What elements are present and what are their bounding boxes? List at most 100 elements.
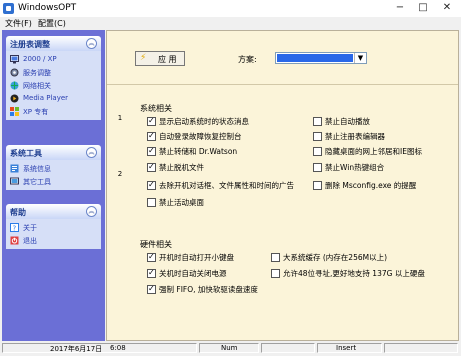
sidebar-item-media-player[interactable]: Media Player xyxy=(6,92,101,105)
lightning-icon: ⚡ xyxy=(140,53,147,63)
chevron-down-icon[interactable]: ▼ xyxy=(354,53,366,63)
status-bar: 2017年6月17日 6:08 Num Insert xyxy=(0,342,461,356)
sidebar-item-services[interactable]: 服务调整 xyxy=(6,66,101,79)
exit-icon xyxy=(10,236,19,245)
media-icon xyxy=(10,94,19,103)
info-icon xyxy=(10,164,19,173)
monitor-icon xyxy=(10,55,19,64)
sidebar-item-label: 其它工具 xyxy=(23,178,51,186)
checkbox-box[interactable] xyxy=(147,252,156,262)
title-bar: WindowsOPT − □ ✕ xyxy=(0,0,461,17)
checkbox-box[interactable] xyxy=(313,117,322,126)
panel-title: 系统工具 xyxy=(10,149,42,158)
system-section-title: 系统相关 xyxy=(140,104,172,113)
gear-icon xyxy=(10,68,19,77)
panel-title: 帮助 xyxy=(10,208,26,217)
checkbox-box[interactable] xyxy=(147,146,156,156)
checkbox-box[interactable] xyxy=(313,132,322,141)
sidebar-item-label: 服务调整 xyxy=(23,69,51,77)
status-cell-extra xyxy=(384,343,458,353)
checkbox-box[interactable] xyxy=(147,268,156,278)
menu-file[interactable]: 文件(F) xyxy=(5,18,32,29)
status-num: Num xyxy=(221,344,238,352)
panel-help: 帮助 ︽ ? 关于 退出 xyxy=(6,204,101,249)
sidebar-item-label: 关于 xyxy=(23,224,37,232)
scheme-selected-value xyxy=(277,54,353,62)
panel-registry: 注册表调整 ︽ 2000 / XP 服务调整 网络相关 Media Player… xyxy=(6,36,101,120)
close-button[interactable]: ✕ xyxy=(436,0,458,16)
sidebar-item-label: 退出 xyxy=(23,237,37,245)
window-title: WindowsOPT xyxy=(18,3,77,13)
checkbox-label: 禁止Win热键组合 xyxy=(325,163,385,172)
sidebar-item-system-info[interactable]: 系统信息 xyxy=(6,162,101,175)
panel-body: 2000 / XP 服务调整 网络相关 Media Player XP 专有 xyxy=(6,51,101,120)
scheme-label: 方案: xyxy=(238,55,257,64)
tools-icon xyxy=(10,177,19,185)
status-time: 6:08 xyxy=(110,344,126,352)
status-date: 2017年6月17日 xyxy=(50,345,103,353)
checkbox-box[interactable] xyxy=(313,147,322,156)
sidebar-item-about[interactable]: ? 关于 xyxy=(6,221,101,234)
maximize-button[interactable]: □ xyxy=(412,0,434,16)
toolbar: ⚡ 应 用 方案: ▼ xyxy=(107,31,458,85)
checkbox-box[interactable] xyxy=(147,180,156,190)
sidebar-item-label: 2000 / XP xyxy=(23,55,57,63)
checkbox-label: 关机时自动关闭电源 xyxy=(159,269,227,278)
collapse-chevron-icon[interactable]: ︽ xyxy=(86,206,97,217)
checkbox-label: 禁止注册表编辑器 xyxy=(325,132,385,141)
checkbox-box[interactable] xyxy=(147,198,156,207)
collapse-chevron-icon[interactable]: ︽ xyxy=(86,147,97,158)
sidebar-item-label: 网络相关 xyxy=(23,82,51,90)
menu-config[interactable]: 配置(C) xyxy=(38,18,66,29)
checkbox-label: 禁止转储和 Dr.Watson xyxy=(159,147,238,156)
checkbox-label: 自动登录故障恢复控制台 xyxy=(159,132,242,141)
checkbox-box[interactable] xyxy=(313,163,322,172)
sidebar-item-label: Media Player xyxy=(23,94,69,102)
status-insert: Insert xyxy=(336,344,357,352)
checkbox-label: 强制 FIFO, 加快软驱读盘速度 xyxy=(159,285,258,294)
tab-2[interactable]: 2 xyxy=(114,170,126,178)
checkbox-box[interactable] xyxy=(147,284,156,294)
minimize-button[interactable]: − xyxy=(389,0,411,16)
collapse-chevron-icon[interactable]: ︽ xyxy=(86,38,97,49)
panel-header-help[interactable]: 帮助 ︽ xyxy=(6,204,101,219)
panel-body: ? 关于 退出 xyxy=(6,219,101,249)
scheme-dropdown[interactable]: ▼ xyxy=(275,52,367,64)
checkbox-label: 允许48位寻址,更好地支持 137G 以上硬盘 xyxy=(283,269,425,278)
svg-text:?: ? xyxy=(13,225,17,233)
checkbox-box[interactable] xyxy=(147,116,156,126)
panel-body: 系统信息 其它工具 xyxy=(6,160,101,190)
xp-icon xyxy=(10,107,19,116)
sidebar-item-exit[interactable]: 退出 xyxy=(6,234,101,247)
checkbox-box[interactable] xyxy=(313,181,322,190)
panel-system-tools: 系统工具 ︽ 系统信息 其它工具 xyxy=(6,145,101,190)
vertical-tabs: 1 2 xyxy=(114,88,126,312)
checkbox-box[interactable] xyxy=(147,131,156,141)
checkbox-label: 大系统缓存 (内存在256M以上) xyxy=(283,253,388,262)
tab-1[interactable]: 1 xyxy=(114,114,126,122)
checkbox-label: 去除开机对话框、文件属性和时间的广告 xyxy=(159,181,294,190)
sidebar-item-network[interactable]: 网络相关 xyxy=(6,79,101,92)
apply-button[interactable]: ⚡ 应 用 xyxy=(135,51,185,66)
checkbox-box[interactable] xyxy=(271,269,280,278)
checkbox-label: 删除 Msconfig.exe 的提醒 xyxy=(325,181,417,190)
network-icon xyxy=(10,81,19,90)
status-cell-blank xyxy=(261,343,315,353)
apply-button-label: 应 用 xyxy=(158,55,177,64)
checkbox-label: 禁止活动桌面 xyxy=(159,198,204,207)
checkbox-box[interactable] xyxy=(147,162,156,172)
checkbox-label: 禁止自动播放 xyxy=(325,117,370,126)
sidebar-item-label: XP 专有 xyxy=(23,108,49,116)
sidebar-item-label: 系统信息 xyxy=(23,165,51,173)
panel-header-registry[interactable]: 注册表调整 ︽ xyxy=(6,36,101,51)
sidebar-item-xp[interactable]: XP 专有 xyxy=(6,105,101,118)
checkbox-label: 禁止脱机文件 xyxy=(159,163,204,172)
sidebar-item-2000-xp[interactable]: 2000 / XP xyxy=(6,53,101,66)
sidebar-item-other-tools[interactable]: 其它工具 xyxy=(6,175,101,188)
panel-title: 注册表调整 xyxy=(10,40,50,49)
checkbox-label: 隐藏桌面的网上邻居和IE图标 xyxy=(325,147,422,156)
application-window: WindowsOPT − □ ✕ 文件(F) 配置(C) 注册表调整 ︽ 200… xyxy=(0,0,461,356)
panel-header-system-tools[interactable]: 系统工具 ︽ xyxy=(6,145,101,160)
checkbox-label: 显示启动系统时的状态消息 xyxy=(159,117,249,126)
checkbox-box[interactable] xyxy=(271,253,280,262)
